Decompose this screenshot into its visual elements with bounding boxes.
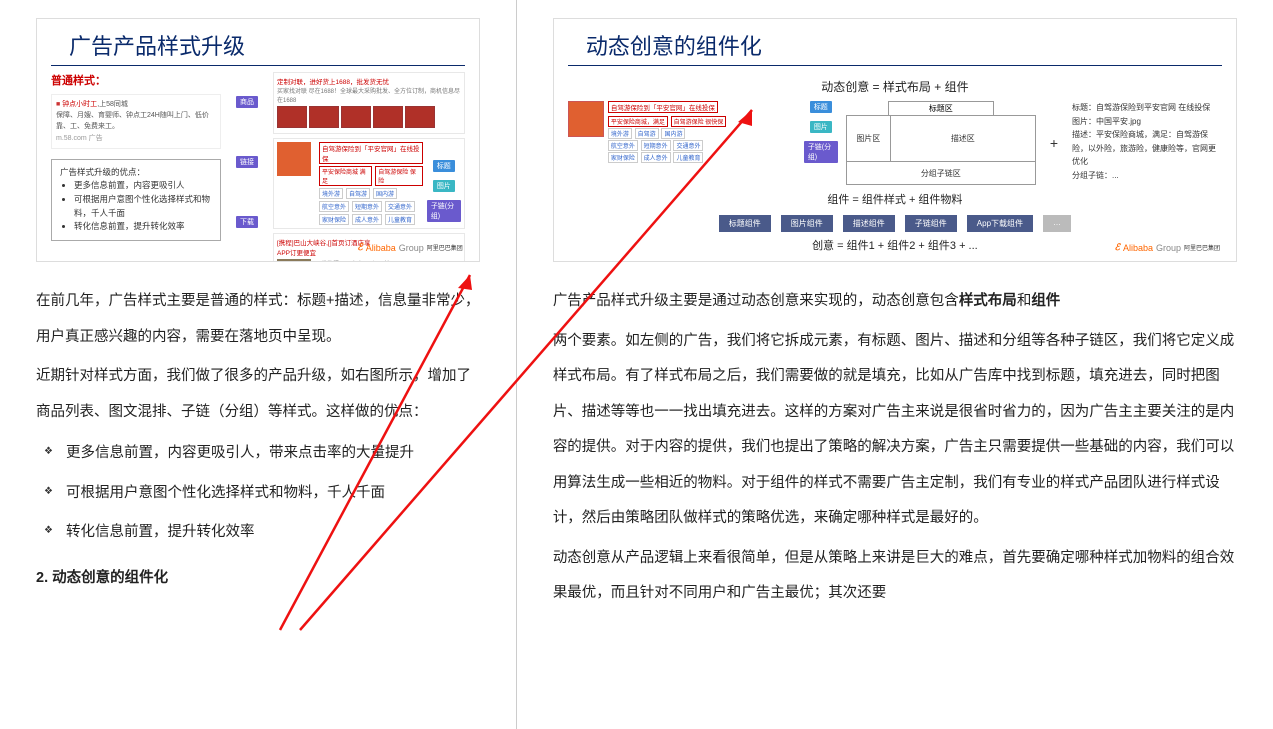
mid-tag-column: 商品 链接 下载 <box>227 72 267 252</box>
sample-ad-card: ■ 钟点小时工,上58同城 保障、月嫂、育婴师、钟点工24H随叫上门、低价靠、工… <box>51 94 221 149</box>
ad-image <box>277 259 311 262</box>
slide-dynamic-creative: 动态创意的组件化 动态创意 = 样式布局 + 组件 自驾游保险到「平安官网」在线… <box>553 18 1237 262</box>
slide-title: 动态创意的组件化 <box>568 19 1222 66</box>
component-chip: 子链组件 <box>905 215 957 232</box>
layout-box: 图片区 描述区 分组子链区 <box>846 115 1036 185</box>
alibaba-logo: ℰ Alibaba Group 阿里巴巴集团 <box>357 242 463 253</box>
component-chip: 标题组件 <box>719 215 771 232</box>
slide-ad-upgrade: 广告产品样式升级 普通样式： ■ 钟点小时工,上58同城 保障、月嫂、育婴师、钟… <box>36 18 480 262</box>
component-chip: 描述组件 <box>843 215 895 232</box>
body-text-right: 广告产品样式升级主要是通过动态创意来实现的，动态创意包含样式布局和组件 两个要素… <box>553 284 1237 612</box>
tag-link: 链接 <box>236 156 258 168</box>
sample-ad-unit: 自驾游保险到「平安官网」在线投保 平安保险商城，满足 自驾游保险 很快保 境外游… <box>568 101 838 163</box>
ad-image <box>277 142 311 176</box>
formula-1: 动态创意 = 样式布局 + 组件 <box>554 72 1236 101</box>
ad-block-1: 定制对联，进好货上1688，批发货无忧 买家找对联 尽在1688！全球最大采购批… <box>273 72 465 134</box>
document-spread: 广告产品样式升级 普通样式： ■ 钟点小时工,上58同城 保障、月嫂、育婴师、钟… <box>0 0 1273 729</box>
ad-block-2: 自驾游保险到「平安官网」在线投保 平安保险商城 满足 自驾游保险 保险 境外游 … <box>273 138 465 229</box>
tag-download: 下载 <box>236 216 258 228</box>
right-page: 动态创意的组件化 动态创意 = 样式布局 + 组件 自驾游保险到「平安官网」在线… <box>517 0 1273 729</box>
product-thumb <box>341 106 371 128</box>
formula-2: 组件 = 组件样式 + 组件物料 <box>554 185 1236 213</box>
layout-meta: 标题：自驾游保险到平安官网 在线投保 图片：中国平安.jpg 描述：平安保险商城… <box>1072 101 1222 183</box>
component-more: … <box>1043 215 1071 232</box>
ad-image <box>568 101 604 137</box>
benefits-box: 广告样式升级的优点： 更多信息前置，内容更吸引人 可根据用户意图个性化选择样式和… <box>51 159 221 241</box>
layout-sublink-area: 分组子链区 <box>847 162 1035 184</box>
side-tag-sublink: 子链(分组) <box>427 200 461 222</box>
upgraded-ads-column: 定制对联，进好货上1688，批发货无忧 买家找对联 尽在1688！全球最大采购批… <box>273 72 465 252</box>
product-thumb <box>373 106 403 128</box>
section-heading: 2. 动态创意的组件化 <box>36 561 480 597</box>
style-subhead: 普通样式： <box>51 72 221 88</box>
component-row: 标题组件 图片组件 描述组件 子链组件 App下载组件 … <box>554 213 1236 234</box>
product-thumb <box>309 106 339 128</box>
bullet-list: 更多信息前置，内容更吸引人，带来点击率的大量提升 可根据用户意图个性化选择样式和… <box>36 436 480 551</box>
layout-desc-area: 描述区 <box>891 116 1035 161</box>
tag-goods: 商品 <box>236 96 258 108</box>
left-page: 广告产品样式升级 普通样式： ■ 钟点小时工,上58同城 保障、月嫂、育婴师、钟… <box>0 0 516 729</box>
slide-title: 广告产品样式升级 <box>51 19 465 66</box>
side-tag-image: 图片 <box>433 180 455 192</box>
side-tag-sublink: 子链(分组) <box>804 141 838 163</box>
product-thumb <box>277 106 307 128</box>
product-thumb <box>405 106 435 128</box>
side-tag-title: 标题 <box>433 160 455 172</box>
component-chip: 图片组件 <box>781 215 833 232</box>
side-tag-title: 标题 <box>810 101 832 113</box>
layout-title-area: 标题区 <box>888 101 994 116</box>
component-chip: App下载组件 <box>967 215 1033 232</box>
layout-image-area: 图片区 <box>847 116 891 161</box>
alibaba-logo: ℰ Alibaba Group 阿里巴巴集团 <box>1114 242 1220 253</box>
body-text-left: 在前几年，广告样式主要是普通的样式：标题+描述，信息量非常少，用户真正感兴趣的内… <box>36 284 480 596</box>
side-tag-image: 图片 <box>810 121 832 133</box>
plus-icon: + <box>1044 135 1064 151</box>
